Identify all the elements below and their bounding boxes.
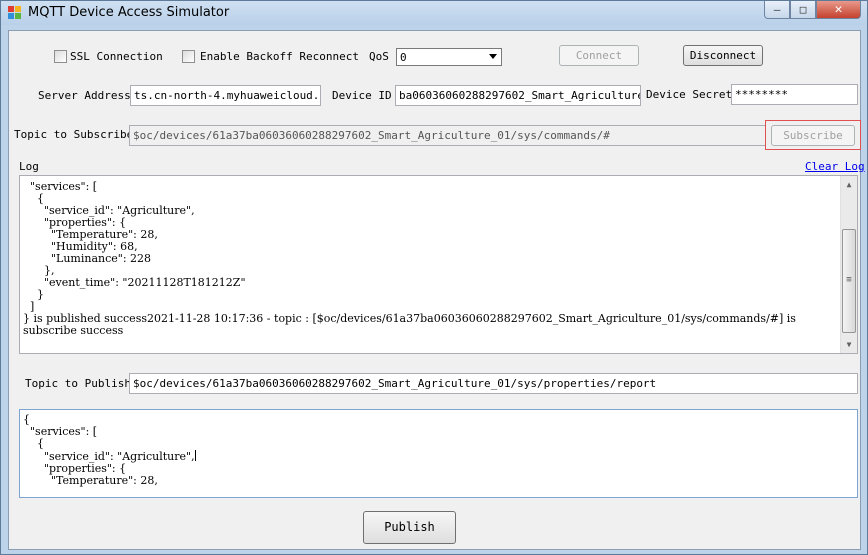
scroll-thumb[interactable]: ≡ — [842, 229, 856, 333]
publish-payload-textarea[interactable]: { "services": [ { "service_id": "Agricul… — [19, 409, 858, 498]
payload-text-head: { "services": [ { "service_id": "Agricul… — [23, 413, 195, 463]
ssl-label: SSL Connection — [70, 50, 163, 63]
backoff-checkbox[interactable] — [182, 50, 195, 63]
server-address-label: Server Address — [38, 89, 131, 102]
log-text: "services": [ { "service_id": "Agricultu… — [23, 180, 796, 337]
scroll-up-icon[interactable]: ▲ — [841, 176, 857, 193]
device-secret-label: Device Secret — [646, 88, 733, 101]
disconnect-button[interactable]: Disconnect — [683, 45, 763, 66]
qos-select[interactable]: 0 — [396, 48, 502, 66]
device-secret-input[interactable]: ******** — [731, 84, 858, 105]
minimize-button[interactable]: – — [764, 1, 790, 19]
qos-value: 0 — [400, 51, 407, 64]
log-scrollbar[interactable]: ▲ ≡ ▼ — [840, 176, 857, 353]
publish-topic-label: Topic to Publish — [25, 377, 131, 390]
log-label: Log — [19, 160, 39, 173]
subscribe-topic-input[interactable]: $oc/devices/61a37ba06036060288297602_Sma… — [129, 125, 766, 146]
window-title: MQTT Device Access Simulator — [28, 5, 230, 20]
device-id-input[interactable]: ba06036060288297602_Smart_Agriculture_01 — [395, 85, 641, 106]
qos-label: QoS — [369, 50, 389, 63]
publish-button[interactable]: Publish — [363, 511, 456, 544]
connect-button[interactable]: Connect — [559, 45, 639, 66]
title-bar[interactable]: MQTT Device Access Simulator – □ ✕ — [1, 1, 867, 25]
publish-topic-input[interactable]: $oc/devices/61a37ba06036060288297602_Sma… — [129, 373, 858, 394]
close-button[interactable]: ✕ — [816, 1, 861, 19]
ssl-checkbox[interactable] — [54, 50, 67, 63]
text-caret — [194, 450, 196, 461]
device-id-label: Device ID — [332, 89, 392, 102]
scroll-down-icon[interactable]: ▼ — [841, 336, 857, 353]
subscribe-topic-label: Topic to Subscribe — [14, 128, 134, 141]
payload-text: { "services": [ { "service_id": "Agricul… — [20, 410, 857, 487]
app-window: MQTT Device Access Simulator – □ ✕ SSL C… — [0, 0, 868, 555]
maximize-button[interactable]: □ — [790, 1, 816, 19]
chevron-down-icon — [489, 54, 497, 59]
main-panel: SSL Connection Enable Backoff Reconnect … — [8, 30, 865, 550]
payload-text-tail: "properties": { "Temperature": 28, — [43, 462, 158, 487]
subscribe-button[interactable]: Subscribe — [771, 125, 855, 146]
app-icon — [8, 6, 22, 20]
clear-log-link[interactable]: Clear Log — [805, 160, 865, 173]
backoff-label: Enable Backoff Reconnect — [200, 50, 359, 63]
log-textarea[interactable]: "services": [ { "service_id": "Agricultu… — [19, 175, 858, 354]
server-address-input[interactable]: ts.cn-north-4.myhuaweicloud.com — [130, 85, 321, 106]
